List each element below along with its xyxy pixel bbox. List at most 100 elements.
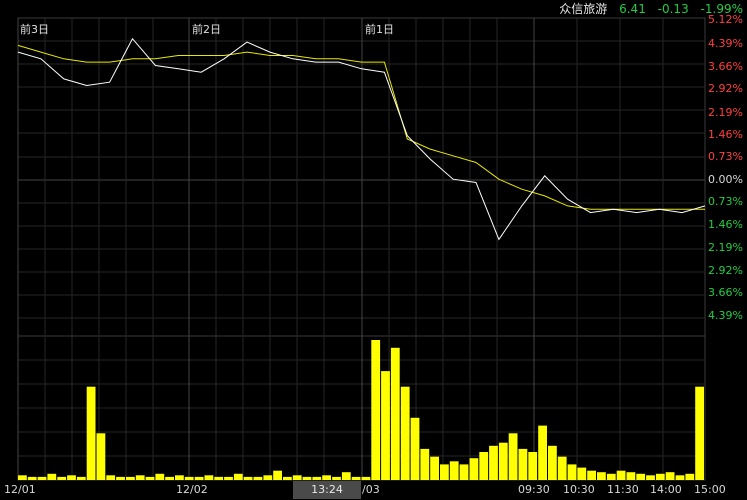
- volume-bar-36: [371, 340, 381, 480]
- stock-change: -0.13: [657, 2, 689, 16]
- x-tick-1202: 12/02: [176, 483, 208, 496]
- volume-bar-4: [57, 476, 67, 480]
- volume-bar-8: [96, 433, 106, 480]
- y-label-0: 5.12%: [708, 13, 743, 26]
- volume-bar-40: [410, 417, 420, 480]
- volume-bar-2: [37, 476, 47, 480]
- volume-bar-62: [626, 472, 636, 480]
- x-tick-1400: 14:00: [650, 483, 682, 496]
- volume-bar-7: [86, 386, 96, 480]
- volume-bar-46: [469, 458, 479, 480]
- price-volume-chart[interactable]: [0, 0, 747, 500]
- x-tick-0930: 09:30: [518, 483, 550, 496]
- day-label-3: 前3日: [20, 23, 49, 36]
- volume-bar-23: [243, 476, 253, 480]
- x-tick-1201: 12/01: [4, 483, 36, 496]
- volume-bar-5: [67, 475, 76, 480]
- x-tick-1500: 15:00: [694, 483, 726, 496]
- volume-bar-63: [636, 473, 646, 480]
- volume-bar-22: [233, 473, 243, 480]
- volume-bar-30: [312, 476, 322, 480]
- y-label-6: 0.73%: [708, 150, 743, 163]
- volume-bar-67: [675, 475, 685, 480]
- volume-bar-35: [361, 476, 371, 480]
- volume-bar-50: [508, 433, 518, 480]
- y-label-5: 1.46%: [708, 128, 743, 141]
- volume-bar-12: [135, 475, 145, 480]
- volume-bar-16: [175, 475, 184, 480]
- volume-bar-15: [165, 476, 174, 480]
- volume-bar-21: [224, 476, 233, 480]
- volume-bar-66: [665, 472, 675, 480]
- y-label-2: 3.66%: [708, 60, 743, 73]
- volume-bar-18: [194, 476, 204, 480]
- x-tick-1130: 11:30: [607, 483, 639, 496]
- volume-bar-51: [518, 448, 528, 480]
- volume-bar-45: [459, 464, 469, 480]
- volume-bar-17: [184, 476, 194, 480]
- y-label-3: 2.92%: [708, 82, 743, 95]
- y-label-12: 3.66%: [708, 286, 743, 299]
- volume-bar-49: [498, 442, 508, 480]
- volume-bar-37: [381, 371, 390, 480]
- x-tick-1030: 10:30: [563, 483, 595, 496]
- crosshair-time-label: 13:24: [293, 481, 361, 499]
- volume-bar-33: [341, 472, 351, 480]
- volume-bar-47: [479, 452, 489, 480]
- y-label-1: 4.39%: [708, 37, 743, 50]
- volume-bar-43: [440, 464, 449, 480]
- volume-bar-32: [332, 476, 341, 480]
- stock-name: 众信旅游: [559, 2, 608, 16]
- y-label-10: 2.19%: [708, 241, 743, 254]
- volume-bar-34: [351, 476, 361, 480]
- volume-bar-56: [567, 464, 577, 480]
- stock-price: 6.41: [619, 2, 646, 16]
- volume-bar-60: [606, 473, 616, 480]
- volume-bar-61: [616, 470, 626, 480]
- volume-bar-41: [420, 448, 430, 480]
- volume-bar-20: [214, 476, 224, 480]
- y-label-7: 0.00%: [708, 173, 743, 186]
- x-tick-1203: /03: [362, 483, 380, 496]
- volume-bar-28: [292, 475, 302, 480]
- volume-bar-29: [302, 476, 312, 480]
- volume-bar-55: [557, 456, 567, 480]
- volume-bar-24: [253, 476, 263, 480]
- volume-bar-48: [489, 445, 498, 480]
- volume-bar-57: [577, 467, 587, 480]
- volume-bar-26: [273, 470, 282, 480]
- volume-bar-39: [400, 386, 410, 480]
- volume-bar-25: [263, 475, 273, 480]
- volume-bar-3: [47, 473, 57, 480]
- volume-bar-27: [283, 476, 292, 480]
- volume-bar-64: [646, 475, 655, 480]
- volume-bar-54: [548, 445, 557, 480]
- volume-bar-52: [528, 452, 538, 480]
- volume-bar-13: [145, 476, 155, 480]
- volume-bar-10: [116, 476, 125, 480]
- y-label-8: 0.73%: [708, 195, 743, 208]
- volume-bar-0: [18, 475, 27, 480]
- volume-bar-44: [449, 461, 459, 480]
- y-label-11: 2.92%: [708, 264, 743, 277]
- volume-bar-69: [695, 386, 704, 480]
- volume-bar-31: [322, 475, 331, 480]
- volume-bar-38: [390, 347, 400, 480]
- volume-bar-6: [76, 476, 86, 480]
- volume-bar-11: [126, 476, 135, 480]
- volume-bar-58: [587, 470, 596, 480]
- y-label-4: 2.19%: [708, 106, 743, 119]
- volume-bar-1: [27, 476, 37, 480]
- volume-bar-42: [430, 456, 439, 480]
- volume-bar-14: [155, 473, 165, 480]
- day-label-2: 前2日: [192, 23, 221, 36]
- day-label-1: 前1日: [365, 23, 394, 36]
- volume-bar-53: [538, 425, 547, 480]
- y-label-13: 4.39%: [708, 309, 743, 322]
- volume-bar-59: [597, 472, 606, 480]
- y-label-9: 1.46%: [708, 218, 743, 231]
- volume-bar-68: [685, 473, 695, 480]
- volume-bar-19: [204, 475, 214, 480]
- volume-bar-9: [106, 475, 116, 480]
- volume-bar-65: [655, 473, 665, 480]
